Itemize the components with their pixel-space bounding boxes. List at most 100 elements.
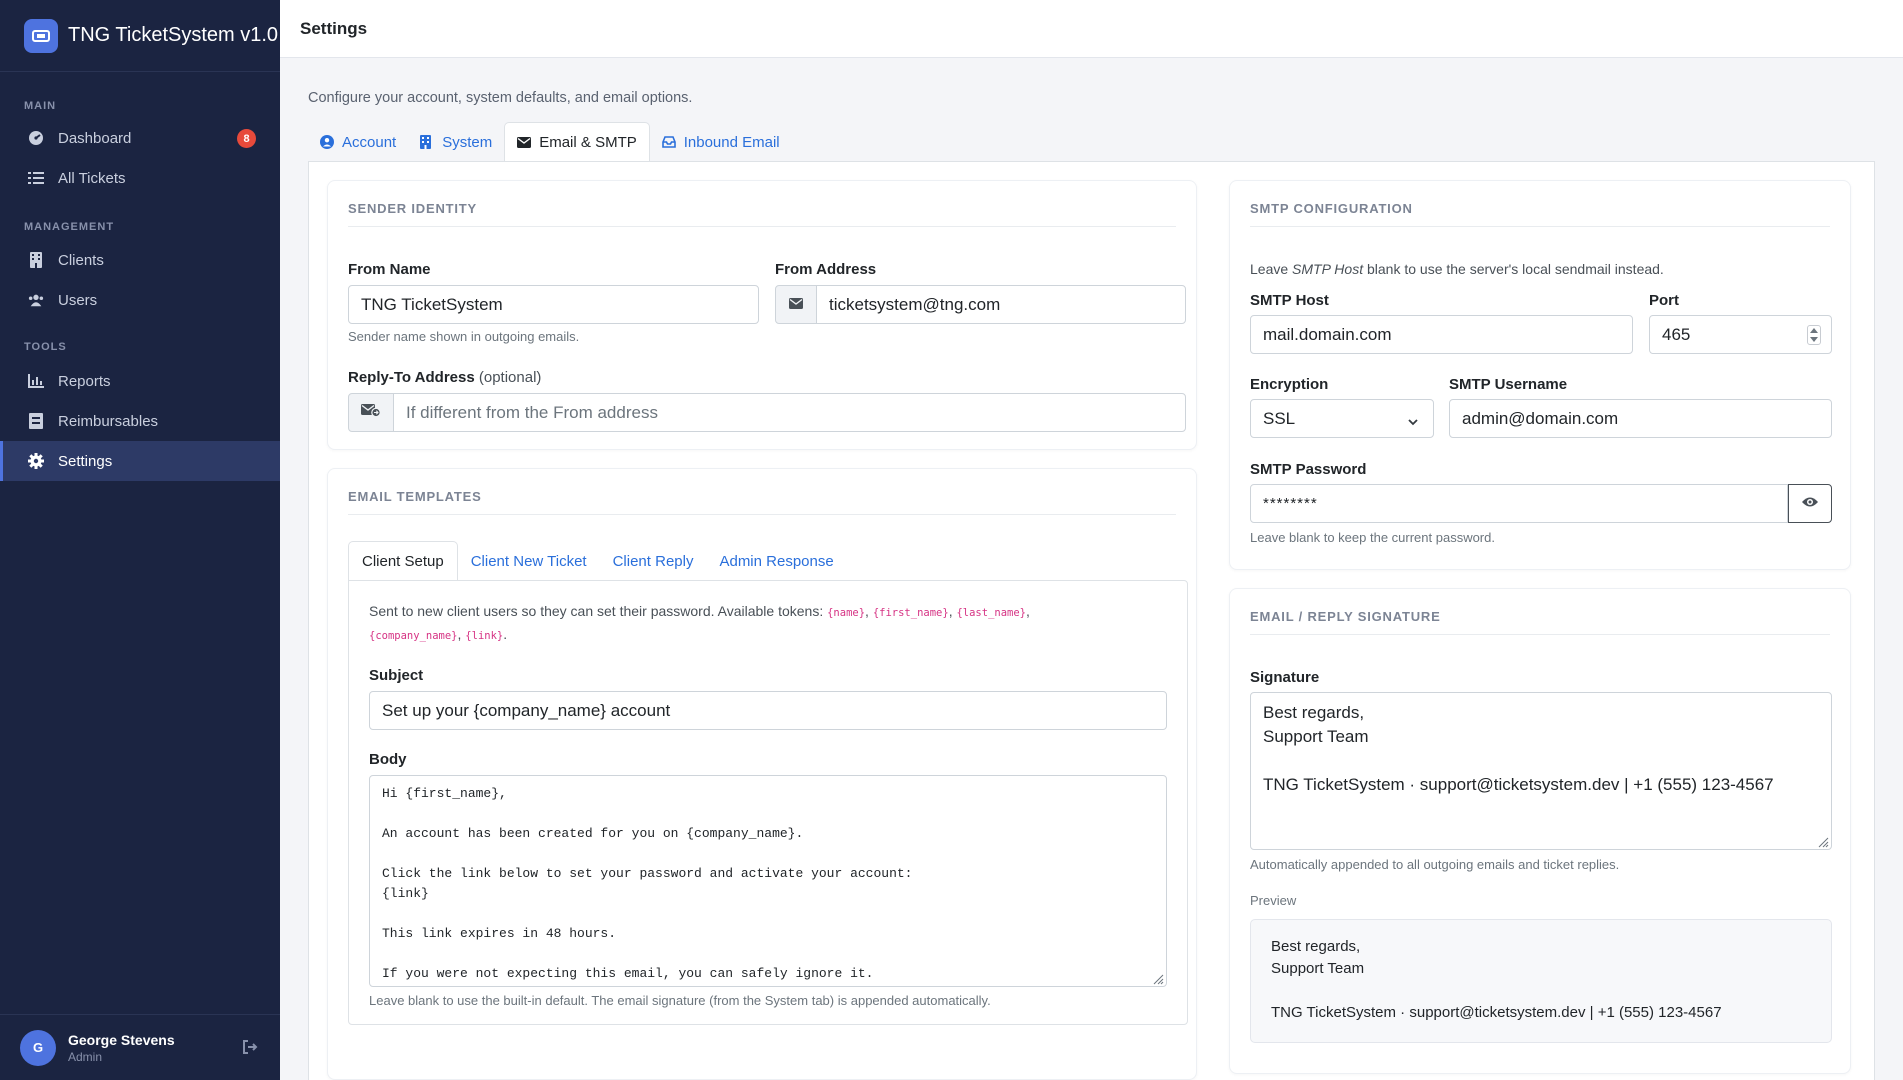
body-line: This link expires in 48 hours. — [382, 926, 617, 941]
body-line: An account has been created for you on {… — [382, 826, 804, 841]
body-line: Hi {first_name}, — [382, 786, 507, 801]
body-line — [382, 904, 1154, 924]
sidebar: TNG TicketSystem v1.0 MAIN Dashboard 8 A… — [0, 0, 280, 1080]
user-footer: G George Stevens Admin — [0, 1014, 280, 1080]
envelope-icon — [517, 135, 532, 149]
card-heading: EMAIL TEMPLATES — [348, 489, 1176, 515]
port-input[interactable]: 465 — [1649, 315, 1832, 354]
eye-icon — [1801, 495, 1819, 513]
tab-email-smtp[interactable]: Email & SMTP — [504, 122, 650, 162]
token-last-name: {last_name} — [956, 607, 1027, 619]
nav-section-main: MAIN — [24, 100, 57, 112]
signature-line: Best regards, — [1263, 703, 1365, 722]
smtp-username-input[interactable]: admin@domain.com — [1449, 399, 1832, 438]
signature-preview: Best regards, Support Team TNG TicketSys… — [1250, 919, 1832, 1043]
reply-to-label-text: Reply-To Address — [348, 369, 475, 386]
brand[interactable]: TNG TicketSystem v1.0 — [0, 0, 280, 72]
reply-envelope-icon — [361, 403, 381, 422]
topbar: Settings — [280, 0, 1903, 58]
template-description: Sent to new client users so they can set… — [369, 603, 1030, 642]
from-name-label: From Name — [348, 261, 431, 278]
port-value: 465 — [1662, 324, 1691, 344]
resize-grip-icon[interactable] — [1152, 972, 1164, 985]
smtp-password-label: SMTP Password — [1250, 461, 1367, 478]
sidebar-item-users[interactable]: Users — [0, 280, 280, 320]
signature-textarea[interactable]: Best regards, Support Team TNG TicketSys… — [1250, 692, 1832, 850]
tab-admin-response[interactable]: Admin Response — [706, 541, 846, 581]
preview-line: Support Team — [1271, 960, 1365, 977]
nav-section-management: MANAGEMENT — [24, 221, 115, 233]
sidebar-item-clients[interactable]: Clients — [0, 240, 280, 280]
body-label: Body — [369, 751, 407, 768]
preview-line: TNG TicketSystem · support@ticketsystem.… — [1271, 1004, 1722, 1021]
settings-tabs: Account System Email & SMTP Inbound Emai… — [308, 122, 792, 162]
notification-badge: 8 — [237, 129, 256, 148]
sidebar-item-reports[interactable]: Reports — [0, 361, 280, 401]
sidebar-item-label: Reports — [58, 372, 111, 390]
description-text: Sent to new client users so they can set… — [369, 603, 824, 619]
tab-label: Account — [342, 133, 397, 151]
tab-client-new-ticket[interactable]: Client New Ticket — [458, 541, 600, 581]
encryption-select[interactable]: SSL — [1250, 399, 1434, 438]
reply-to-input[interactable]: If different from the From address — [393, 393, 1186, 432]
reply-envelope-addon — [348, 393, 394, 432]
note-emphasis: SMTP Host — [1292, 261, 1364, 277]
smtp-host-label: SMTP Host — [1250, 292, 1329, 309]
tab-client-setup[interactable]: Client Setup — [348, 541, 458, 581]
password-help: Leave blank to keep the current password… — [1250, 530, 1495, 545]
signature-card: EMAIL / REPLY SIGNATURE Signature Best r… — [1229, 588, 1851, 1074]
chevron-down-icon — [1407, 413, 1419, 426]
sidebar-item-label: Users — [58, 291, 98, 309]
smtp-config-card: SMTP CONFIGURATION Leave SMTP Host blank… — [1229, 180, 1851, 570]
sidebar-item-settings[interactable]: Settings — [0, 441, 280, 481]
body-line: If you were not expecting this email, yo… — [382, 966, 874, 981]
smtp-note: Leave SMTP Host blank to use the server'… — [1250, 261, 1664, 277]
subject-input[interactable]: Set up your {company_name} account — [369, 691, 1167, 730]
app-title: TNG TicketSystem v1.0 — [68, 24, 279, 46]
user-circle-icon — [320, 135, 334, 149]
envelope-icon — [789, 296, 803, 314]
envelope-addon — [775, 285, 817, 324]
port-stepper-icon[interactable] — [1807, 325, 1821, 345]
client-setup-pane: Sent to new client users so they can set… — [348, 580, 1188, 1025]
card-heading: SENDER IDENTITY — [348, 201, 1176, 227]
encryption-value: SSL — [1263, 408, 1296, 428]
from-name-help: Sender name shown in outgoing emails. — [348, 329, 580, 344]
tab-account[interactable]: Account — [308, 122, 408, 162]
body-line: Click the link below to set your passwor… — [382, 866, 913, 881]
tab-client-reply[interactable]: Client Reply — [600, 541, 707, 581]
signature-line: TNG TicketSystem · support@ticketsystem.… — [1263, 775, 1774, 794]
note-text: Leave — [1250, 261, 1293, 277]
sidebar-item-all-tickets[interactable]: All Tickets — [0, 158, 280, 198]
body-line: {link} — [382, 886, 429, 901]
avatar[interactable]: G — [20, 1029, 56, 1066]
logout-icon[interactable] — [242, 1039, 260, 1057]
from-address-input[interactable]: ticketsystem@tng.com — [816, 285, 1186, 324]
smtp-host-input[interactable]: mail.domain.com — [1250, 315, 1633, 354]
body-help: Leave blank to use the built-in default.… — [369, 993, 991, 1008]
sidebar-item-reimbursables[interactable]: Reimbursables — [0, 401, 280, 441]
list-icon — [28, 170, 44, 186]
smtp-password-input[interactable]: ******** — [1250, 484, 1788, 523]
reply-to-label: Reply-To Address (optional) — [348, 369, 541, 386]
building-icon — [28, 252, 44, 268]
tab-inbound-email[interactable]: Inbound Email — [650, 122, 792, 162]
token-link: {link} — [465, 630, 504, 642]
from-name-input[interactable]: TNG TicketSystem — [348, 285, 759, 324]
encryption-label: Encryption — [1250, 376, 1329, 393]
sidebar-item-label: Settings — [58, 452, 113, 470]
sidebar-item-label: Clients — [58, 251, 104, 269]
toggle-password-button[interactable] — [1788, 484, 1832, 523]
users-icon — [28, 292, 44, 308]
preview-line: Best regards, — [1271, 938, 1361, 955]
page-subtitle: Configure your account, system defaults,… — [308, 90, 693, 106]
token-company-name: {company_name} — [369, 630, 458, 642]
note-text-end: blank to use the server's local sendmail… — [1363, 261, 1664, 277]
ticket-icon — [24, 18, 58, 53]
template-tabs: Client Setup Client New Ticket Client Re… — [348, 541, 847, 581]
tab-system[interactable]: System — [408, 122, 504, 162]
body-line — [382, 804, 1154, 824]
body-textarea[interactable]: Hi {first_name}, An account has been cre… — [369, 775, 1167, 987]
sidebar-item-dashboard[interactable]: Dashboard 8 — [0, 118, 280, 158]
resize-grip-icon[interactable] — [1817, 835, 1829, 848]
